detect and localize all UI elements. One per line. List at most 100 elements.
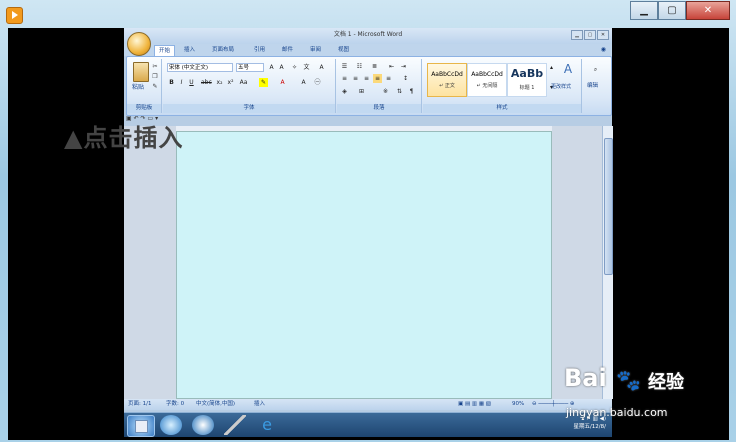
line-spacing-icon[interactable]: ↕ — [401, 74, 410, 83]
zoom-level[interactable]: 90% — [512, 399, 524, 410]
word-window-controls: ▁ ▢ ✕ — [571, 30, 609, 40]
font-color-icon[interactable]: A — [278, 78, 287, 87]
tab-page-layout[interactable]: 页面布局 — [208, 45, 238, 56]
baidu-watermark: Bai 🐾 经验 jingyan.baidu.com — [560, 362, 730, 432]
font-group-label: 字体 — [163, 104, 335, 113]
tab-mailings[interactable]: 邮件 — [278, 45, 297, 56]
style-heading-1-sample: AaBb — [510, 67, 544, 80]
strikethrough-icon[interactable]: abc — [201, 78, 212, 87]
style-no-spacing[interactable]: AaBbCcDd ↵ 无间隔 — [467, 63, 507, 97]
format-painter-icon[interactable]: ✎ — [151, 83, 159, 90]
start-button[interactable] — [127, 415, 155, 437]
bold-icon[interactable]: B — [167, 78, 176, 87]
ie-taskbar-icon[interactable]: e — [256, 415, 278, 435]
bullets-icon[interactable]: ☰ — [340, 62, 349, 71]
copy-icon[interactable]: ❐ — [151, 73, 159, 80]
style-heading-1-name: 标题 1 — [519, 85, 535, 91]
show-marks-icon[interactable]: ¶ — [407, 87, 416, 96]
style-heading-1[interactable]: AaBb 标题 1 — [507, 63, 547, 97]
style-no-spacing-name: ↵ 无间隔 — [476, 83, 498, 89]
page-count[interactable]: 页面: 1/1 — [128, 399, 151, 410]
minimize-button[interactable]: ▁ — [630, 1, 658, 20]
editing-button[interactable]: 编辑 — [587, 81, 598, 89]
quick-access-toolbar: ▣ ↶ ↷ ▭ ▾ — [126, 115, 610, 125]
tab-insert[interactable]: 插入 — [180, 45, 199, 56]
styles-scroll-up-icon[interactable]: ▴ — [547, 63, 556, 72]
clipboard-group: 粘贴 ✂ ❐ ✎ 剪贴板 — [127, 59, 162, 113]
enclose-char-icon[interactable]: ㊀ — [313, 78, 322, 87]
decrease-indent-icon[interactable]: ⇤ — [387, 62, 396, 71]
shrink-font-icon[interactable]: A — [277, 63, 286, 72]
font-group: 宋体 (中文正文) 五号 A A ✧ 文 A B I U abc x₂ x² A… — [163, 59, 336, 113]
shading-icon[interactable]: ◈ — [340, 87, 349, 96]
app-s-taskbar-icon[interactable] — [192, 415, 214, 435]
word-maximize-button[interactable]: ▢ — [584, 30, 596, 40]
help-icon[interactable]: ◉ — [601, 46, 606, 53]
styles-group-label: 样式 — [423, 104, 581, 113]
italic-icon[interactable]: I — [177, 78, 186, 87]
document-heading: ▲点击插入 — [64, 123, 184, 152]
cut-icon[interactable]: ✂ — [151, 63, 159, 70]
change-styles-icon[interactable]: A — [559, 63, 577, 79]
office-button-icon[interactable] — [127, 32, 151, 56]
change-case-icon[interactable]: Aa — [239, 78, 248, 87]
close-button[interactable]: ✕ — [686, 1, 730, 20]
highlight-icon[interactable]: ✎ — [259, 78, 268, 87]
taskbar: e ▴ ⚑ ▥ ◀) 星期五/12/8/ — [124, 412, 612, 437]
tab-view[interactable]: 视图 — [334, 45, 353, 56]
style-normal-name: ↵ 正文 — [439, 83, 455, 89]
document-page[interactable] — [176, 131, 552, 399]
font-size-select[interactable]: 五号 — [236, 63, 264, 72]
style-no-spacing-sample: AaBbCcDd — [471, 71, 503, 78]
sort-icon[interactable]: ⇅ — [395, 87, 404, 96]
watermark-brand: Bai — [564, 364, 607, 392]
player-app-icon — [6, 7, 23, 24]
find-icon[interactable]: ⌕ — [591, 65, 600, 74]
word-minimize-button[interactable]: ▁ — [571, 30, 583, 40]
watermark-suffix: 经验 — [648, 372, 684, 393]
paste-icon[interactable] — [133, 62, 149, 82]
multilevel-list-icon[interactable]: ≣ — [370, 62, 379, 71]
insert-mode[interactable]: 插入 — [254, 399, 265, 410]
tool-taskbar-icon[interactable] — [224, 415, 246, 435]
word-close-button[interactable]: ✕ — [597, 30, 609, 40]
underline-icon[interactable]: U — [187, 78, 196, 87]
superscript-icon[interactable]: x² — [226, 78, 235, 87]
tab-references[interactable]: 引用 — [250, 45, 269, 56]
char-shading-icon[interactable]: A — [299, 78, 308, 87]
editing-group: ⌕ 编辑 — [583, 59, 609, 113]
ribbon-tabs: 开始 插入 页面布局 引用 邮件 审阅 视图 ◉ — [124, 44, 612, 57]
borders-icon[interactable]: ⊞ — [357, 87, 366, 96]
char-border-icon[interactable]: A — [317, 63, 326, 72]
change-styles-button[interactable]: 更改样式 — [551, 83, 571, 90]
browser-taskbar-icon[interactable] — [160, 415, 182, 435]
paragraph-group-label: 段落 — [337, 104, 421, 113]
font-name-select[interactable]: 宋体 (中文正文) — [167, 63, 233, 72]
increase-indent-icon[interactable]: ⇥ — [399, 62, 408, 71]
word-window: 文档 1 - Microsoft Word ▁ ▢ ✕ 开始 插入 页面布局 引… — [124, 28, 613, 412]
phonetic-guide-icon[interactable]: 文 — [302, 63, 311, 72]
word-count[interactable]: 字数: 0 — [166, 399, 184, 410]
distribute-icon[interactable]: ≡ — [384, 74, 393, 83]
align-right-icon[interactable]: ≡ — [362, 74, 371, 83]
justify-icon[interactable]: ≡ — [373, 74, 382, 83]
chinese-layout-icon[interactable]: ※ — [381, 87, 390, 96]
language-indicator[interactable]: 中文(简体,中国) — [196, 399, 235, 410]
style-normal-sample: AaBbCcDd — [431, 71, 463, 78]
align-center-icon[interactable]: ≡ — [351, 74, 360, 83]
word-titlebar: 文档 1 - Microsoft Word ▁ ▢ ✕ — [124, 28, 612, 44]
subscript-icon[interactable]: x₂ — [215, 78, 224, 87]
clear-format-icon[interactable]: ✧ — [290, 63, 299, 72]
vertical-scrollbar[interactable] — [602, 126, 613, 399]
grow-font-icon[interactable]: A — [267, 63, 276, 72]
style-normal[interactable]: AaBbCcDd ↵ 正文 — [427, 63, 467, 97]
numbering-icon[interactable]: ☷ — [355, 62, 364, 71]
align-left-icon[interactable]: ≡ — [340, 74, 349, 83]
view-buttons[interactable]: ▣ ▤ ▥ ▦ ▧ — [458, 399, 491, 410]
watermark-url: jingyan.baidu.com — [566, 406, 668, 419]
scrollbar-thumb[interactable] — [604, 138, 613, 275]
maximize-button[interactable]: ▢ — [658, 1, 686, 20]
tab-review[interactable]: 审阅 — [306, 45, 325, 56]
paste-button[interactable]: 粘贴 — [132, 82, 144, 91]
window-controls: ▁ ▢ ✕ — [630, 1, 730, 20]
